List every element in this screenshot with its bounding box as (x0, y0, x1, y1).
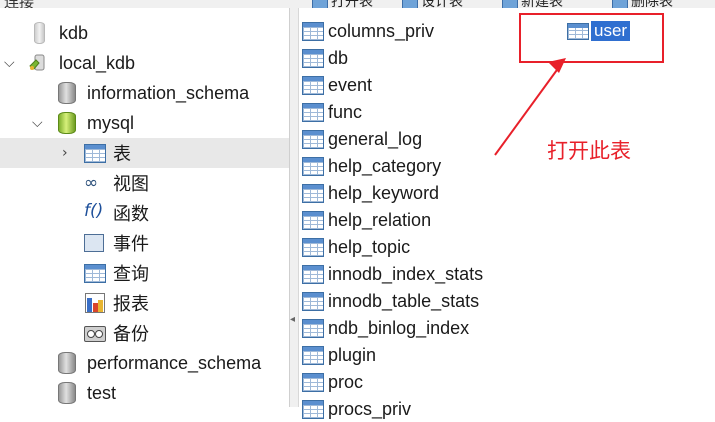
annotation-text: 打开此表 (547, 139, 631, 163)
annotation-arrow (494, 58, 566, 156)
